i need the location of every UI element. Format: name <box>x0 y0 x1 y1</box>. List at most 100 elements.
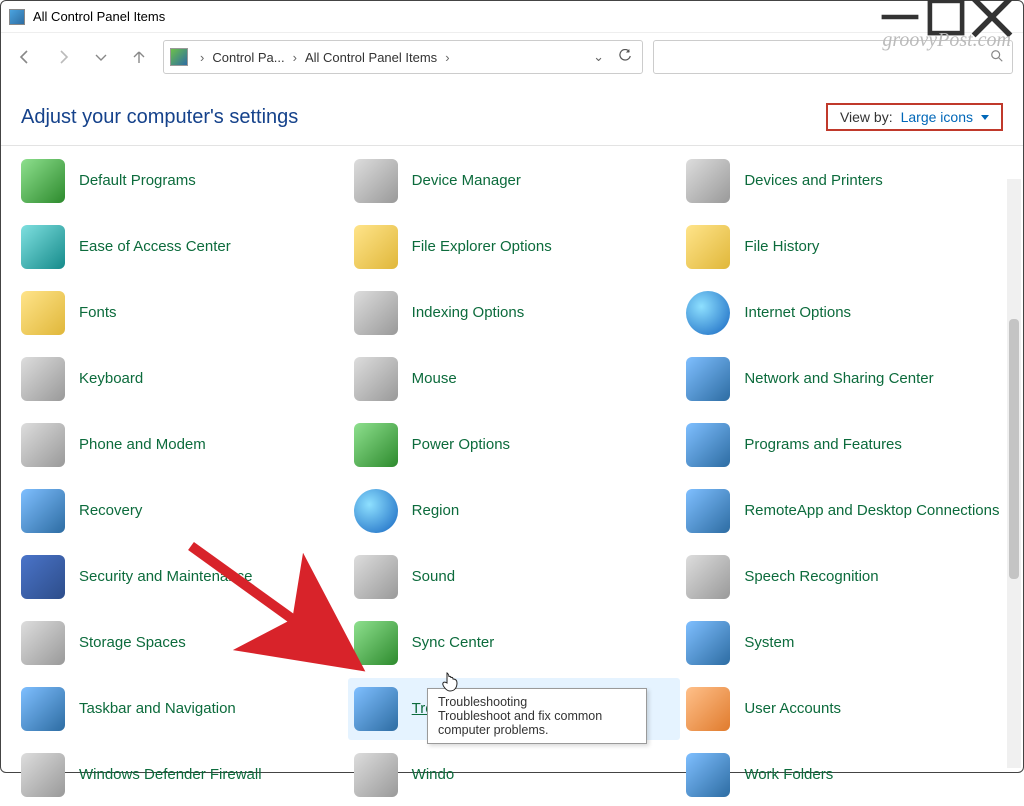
item-label: Phone and Modem <box>79 436 206 454</box>
control-panel-item[interactable]: Devices and Printers <box>680 150 1013 212</box>
view-by-selector[interactable]: View by: Large icons <box>826 103 1003 131</box>
item-icon <box>686 357 730 401</box>
item-label: File Explorer Options <box>412 238 552 256</box>
control-panel-item[interactable]: Fonts <box>15 282 348 344</box>
item-icon <box>354 225 398 269</box>
app-icon <box>9 9 25 25</box>
item-icon <box>354 291 398 335</box>
item-icon <box>686 687 730 731</box>
item-label: File History <box>744 238 819 256</box>
control-panel-item[interactable]: Sync Center <box>348 612 681 674</box>
item-icon <box>354 423 398 467</box>
close-button[interactable] <box>969 2 1015 32</box>
control-panel-item[interactable]: Mouse <box>348 348 681 410</box>
item-label: Recovery <box>79 502 142 520</box>
titlebar: All Control Panel Items <box>1 1 1023 33</box>
control-panel-item[interactable]: Windows Defender Firewall <box>15 744 348 806</box>
item-icon <box>21 357 65 401</box>
control-panel-item[interactable]: Internet Options <box>680 282 1013 344</box>
content-header: Adjust your computer's settings View by:… <box>1 81 1023 145</box>
control-panel-icon <box>170 48 188 66</box>
control-panel-item[interactable]: Taskbar and Navigation <box>15 678 348 740</box>
recent-locations-button[interactable] <box>87 43 115 71</box>
dropdown-caret-icon <box>981 115 989 120</box>
item-label: Ease of Access Center <box>79 238 231 256</box>
scrollbar[interactable] <box>1007 179 1021 768</box>
item-label: Internet Options <box>744 304 851 322</box>
item-label: Fonts <box>79 304 117 322</box>
control-panel-item[interactable]: Power Options <box>348 414 681 476</box>
up-button[interactable] <box>125 43 153 71</box>
control-panel-item[interactable]: Work Folders <box>680 744 1013 806</box>
item-icon <box>354 621 398 665</box>
item-icon <box>686 225 730 269</box>
item-icon <box>21 423 65 467</box>
item-icon <box>686 489 730 533</box>
item-icon <box>686 621 730 665</box>
nav-row: › Control Pa... › All Control Panel Item… <box>1 33 1023 81</box>
item-icon <box>354 159 398 203</box>
item-icon <box>686 291 730 335</box>
item-label: Windows Defender Firewall <box>79 766 262 784</box>
address-bar[interactable]: › Control Pa... › All Control Panel Item… <box>163 40 643 74</box>
breadcrumb-sep: › <box>441 50 453 65</box>
breadcrumb-sep: › <box>289 50 301 65</box>
control-panel-item[interactable]: Indexing Options <box>348 282 681 344</box>
item-label: Taskbar and Navigation <box>79 700 236 718</box>
control-panel-item[interactable]: Security and Maintenance <box>15 546 348 608</box>
scrollbar-thumb[interactable] <box>1009 319 1019 579</box>
item-label: Region <box>412 502 460 520</box>
control-panel-item[interactable]: Network and Sharing Center <box>680 348 1013 410</box>
control-panel-item[interactable]: Windo <box>348 744 681 806</box>
control-panel-item[interactable]: Ease of Access Center <box>15 216 348 278</box>
tooltip: Troubleshooting Troubleshoot and fix com… <box>427 688 647 744</box>
control-panel-item[interactable]: Keyboard <box>15 348 348 410</box>
view-by-label: View by: <box>840 109 893 125</box>
control-panel-item[interactable]: Default Programs <box>15 150 348 212</box>
control-panel-item[interactable]: User Accounts <box>680 678 1013 740</box>
control-panel-item[interactable]: System <box>680 612 1013 674</box>
control-panel-item[interactable]: Speech Recognition <box>680 546 1013 608</box>
watermark: groovyPost.com <box>882 29 1011 52</box>
item-label: Power Options <box>412 436 510 454</box>
item-icon <box>21 225 65 269</box>
item-label: Speech Recognition <box>744 568 878 586</box>
tooltip-title: Troubleshooting <box>438 695 636 709</box>
control-panel-item[interactable]: Device Manager <box>348 150 681 212</box>
back-button[interactable] <box>11 43 39 71</box>
item-label: Windo <box>412 766 455 784</box>
item-label: Work Folders <box>744 766 833 784</box>
minimize-button[interactable] <box>877 2 923 32</box>
item-label: Devices and Printers <box>744 172 882 190</box>
item-label: Sync Center <box>412 634 495 652</box>
item-label: Sound <box>412 568 455 586</box>
control-panel-item[interactable]: File Explorer Options <box>348 216 681 278</box>
item-label: Network and Sharing Center <box>744 370 933 388</box>
item-label: Keyboard <box>79 370 143 388</box>
window-title: All Control Panel Items <box>33 9 165 24</box>
item-label: User Accounts <box>744 700 841 718</box>
control-panel-item[interactable]: Sound <box>348 546 681 608</box>
control-panel-item[interactable]: Phone and Modem <box>15 414 348 476</box>
item-label: RemoteApp and Desktop Connections <box>744 502 999 520</box>
control-panel-item[interactable]: Recovery <box>15 480 348 542</box>
breadcrumb-sep: › <box>196 50 208 65</box>
item-icon <box>686 159 730 203</box>
breadcrumb-current[interactable]: All Control Panel Items <box>305 50 437 65</box>
item-icon <box>686 753 730 797</box>
address-dropdown-icon[interactable]: ⌄ <box>587 49 610 65</box>
breadcrumb-root[interactable]: Control Pa... <box>212 50 284 65</box>
control-panel-item[interactable]: Programs and Features <box>680 414 1013 476</box>
control-panel-item[interactable]: RemoteApp and Desktop Connections <box>680 480 1013 542</box>
item-label: Mouse <box>412 370 457 388</box>
maximize-button[interactable] <box>923 2 969 32</box>
item-icon <box>21 687 65 731</box>
item-icon <box>354 753 398 797</box>
control-panel-item[interactable]: Region <box>348 480 681 542</box>
refresh-icon[interactable] <box>614 49 636 66</box>
forward-button[interactable] <box>49 43 77 71</box>
page-heading: Adjust your computer's settings <box>21 106 298 129</box>
control-panel-item[interactable]: File History <box>680 216 1013 278</box>
control-panel-item[interactable]: Storage Spaces <box>15 612 348 674</box>
item-icon <box>21 291 65 335</box>
